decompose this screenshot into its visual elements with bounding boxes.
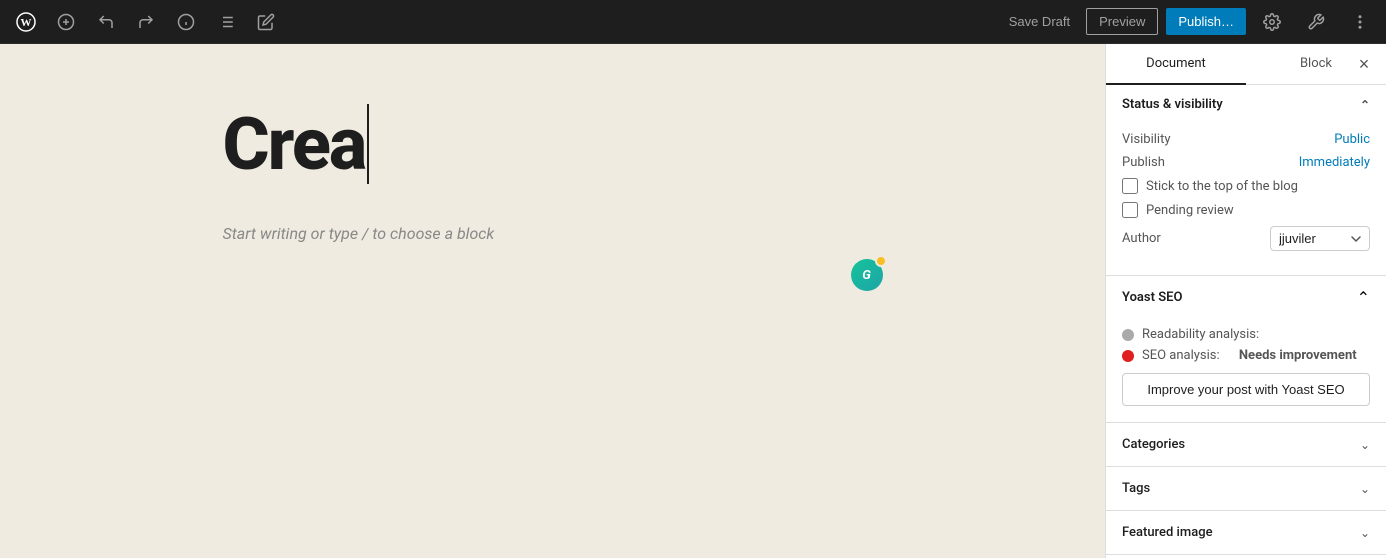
featured-image-title: Featured image bbox=[1122, 525, 1213, 540]
categories-section: Categories ⌄ bbox=[1106, 423, 1386, 467]
tags-chevron: ⌄ bbox=[1360, 482, 1370, 496]
settings-button[interactable] bbox=[1254, 4, 1290, 40]
main-area: Crea Start writing or type / to choose a… bbox=[0, 44, 1386, 558]
author-select[interactable]: jjuviler bbox=[1270, 226, 1370, 251]
stick-top-label[interactable]: Stick to the top of the blog bbox=[1146, 179, 1298, 194]
tags-section: Tags ⌄ bbox=[1106, 467, 1386, 511]
tags-title: Tags bbox=[1122, 481, 1150, 496]
yoast-seo-header[interactable]: Yoast SEO ⌃ bbox=[1106, 276, 1386, 319]
categories-header[interactable]: Categories ⌄ bbox=[1106, 423, 1386, 466]
tags-header[interactable]: Tags ⌄ bbox=[1106, 467, 1386, 510]
status-visibility-section: Status & visibility ⌃ Visibility Public … bbox=[1106, 85, 1386, 276]
featured-image-chevron: ⌄ bbox=[1360, 526, 1370, 540]
pending-review-row: Pending review bbox=[1122, 202, 1370, 218]
undo-button[interactable] bbox=[88, 4, 124, 40]
svg-text:W: W bbox=[21, 17, 32, 29]
toolbar: W bbox=[0, 0, 1386, 44]
more-options-button[interactable] bbox=[1342, 4, 1378, 40]
pending-review-checkbox[interactable] bbox=[1122, 202, 1138, 218]
featured-image-header[interactable]: Featured image ⌄ bbox=[1106, 511, 1386, 554]
yoast-seo-section: Yoast SEO ⌃ Readability analysis: SEO an… bbox=[1106, 276, 1386, 423]
preview-button[interactable]: Preview bbox=[1086, 8, 1158, 35]
sidebar: Document Block × Status & visibility ⌃ V… bbox=[1105, 44, 1386, 558]
author-row: Author jjuviler bbox=[1122, 226, 1370, 251]
readability-dot bbox=[1122, 329, 1134, 341]
save-draft-button[interactable]: Save Draft bbox=[1001, 8, 1078, 35]
improve-yoast-button[interactable]: Improve your post with Yoast SEO bbox=[1122, 373, 1370, 406]
tab-document[interactable]: Document bbox=[1106, 44, 1246, 85]
status-visibility-header[interactable]: Status & visibility ⌃ bbox=[1106, 85, 1386, 124]
post-title[interactable]: Crea bbox=[223, 104, 883, 184]
visibility-label: Visibility bbox=[1122, 132, 1171, 147]
visibility-value[interactable]: Public bbox=[1334, 132, 1370, 147]
status-visibility-content: Visibility Public Publish Immediately St… bbox=[1106, 124, 1386, 275]
publish-button[interactable]: Publish… bbox=[1166, 8, 1246, 35]
featured-image-section: Featured image ⌄ bbox=[1106, 511, 1386, 555]
yoast-seo-title: Yoast SEO bbox=[1122, 290, 1182, 305]
add-block-button[interactable] bbox=[48, 4, 84, 40]
yoast-seo-chevron: ⌃ bbox=[1357, 288, 1370, 307]
visibility-row: Visibility Public bbox=[1122, 132, 1370, 147]
pending-review-label[interactable]: Pending review bbox=[1146, 203, 1234, 218]
editor-content: Crea Start writing or type / to choose a… bbox=[223, 104, 883, 498]
publish-row: Publish Immediately bbox=[1122, 155, 1370, 170]
author-label: Author bbox=[1122, 231, 1161, 246]
readability-label: Readability analysis: bbox=[1142, 327, 1259, 342]
post-title-text: Crea bbox=[223, 104, 366, 184]
title-cursor bbox=[367, 104, 369, 184]
seo-dot bbox=[1122, 350, 1134, 362]
seo-analysis-value: Needs improvement bbox=[1239, 348, 1357, 363]
yoast-seo-content: Readability analysis: SEO analysis: Need… bbox=[1106, 319, 1386, 422]
stick-top-checkbox[interactable] bbox=[1122, 178, 1138, 194]
status-visibility-chevron: ⌃ bbox=[1360, 98, 1370, 112]
seo-analysis-label: SEO analysis: bbox=[1142, 348, 1220, 363]
seo-analysis-row: SEO analysis: Needs improvement bbox=[1122, 348, 1370, 363]
categories-title: Categories bbox=[1122, 437, 1185, 452]
redo-button[interactable] bbox=[128, 4, 164, 40]
tools-button[interactable] bbox=[1298, 4, 1334, 40]
toolbar-left: W bbox=[8, 4, 1001, 40]
info-button[interactable] bbox=[168, 4, 204, 40]
readability-row: Readability analysis: bbox=[1122, 327, 1370, 342]
categories-chevron: ⌄ bbox=[1360, 438, 1370, 452]
list-view-button[interactable] bbox=[208, 4, 244, 40]
wp-logo[interactable]: W bbox=[8, 4, 44, 40]
toolbar-right: Save Draft Preview Publish… bbox=[1001, 4, 1378, 40]
publish-label: Publish bbox=[1122, 155, 1165, 170]
sidebar-close-button[interactable]: × bbox=[1350, 50, 1378, 78]
editor-area[interactable]: Crea Start writing or type / to choose a… bbox=[0, 44, 1105, 558]
grammarly-circle: G bbox=[851, 259, 883, 291]
status-visibility-title: Status & visibility bbox=[1122, 97, 1223, 112]
grammarly-badge bbox=[875, 255, 887, 267]
post-placeholder[interactable]: Start writing or type / to choose a bloc… bbox=[223, 224, 883, 243]
publish-value[interactable]: Immediately bbox=[1299, 155, 1370, 170]
stick-top-row: Stick to the top of the blog bbox=[1122, 178, 1370, 194]
sidebar-tabs: Document Block × bbox=[1106, 44, 1386, 85]
edit-button[interactable] bbox=[248, 4, 284, 40]
grammarly-icon[interactable]: G bbox=[851, 259, 883, 291]
